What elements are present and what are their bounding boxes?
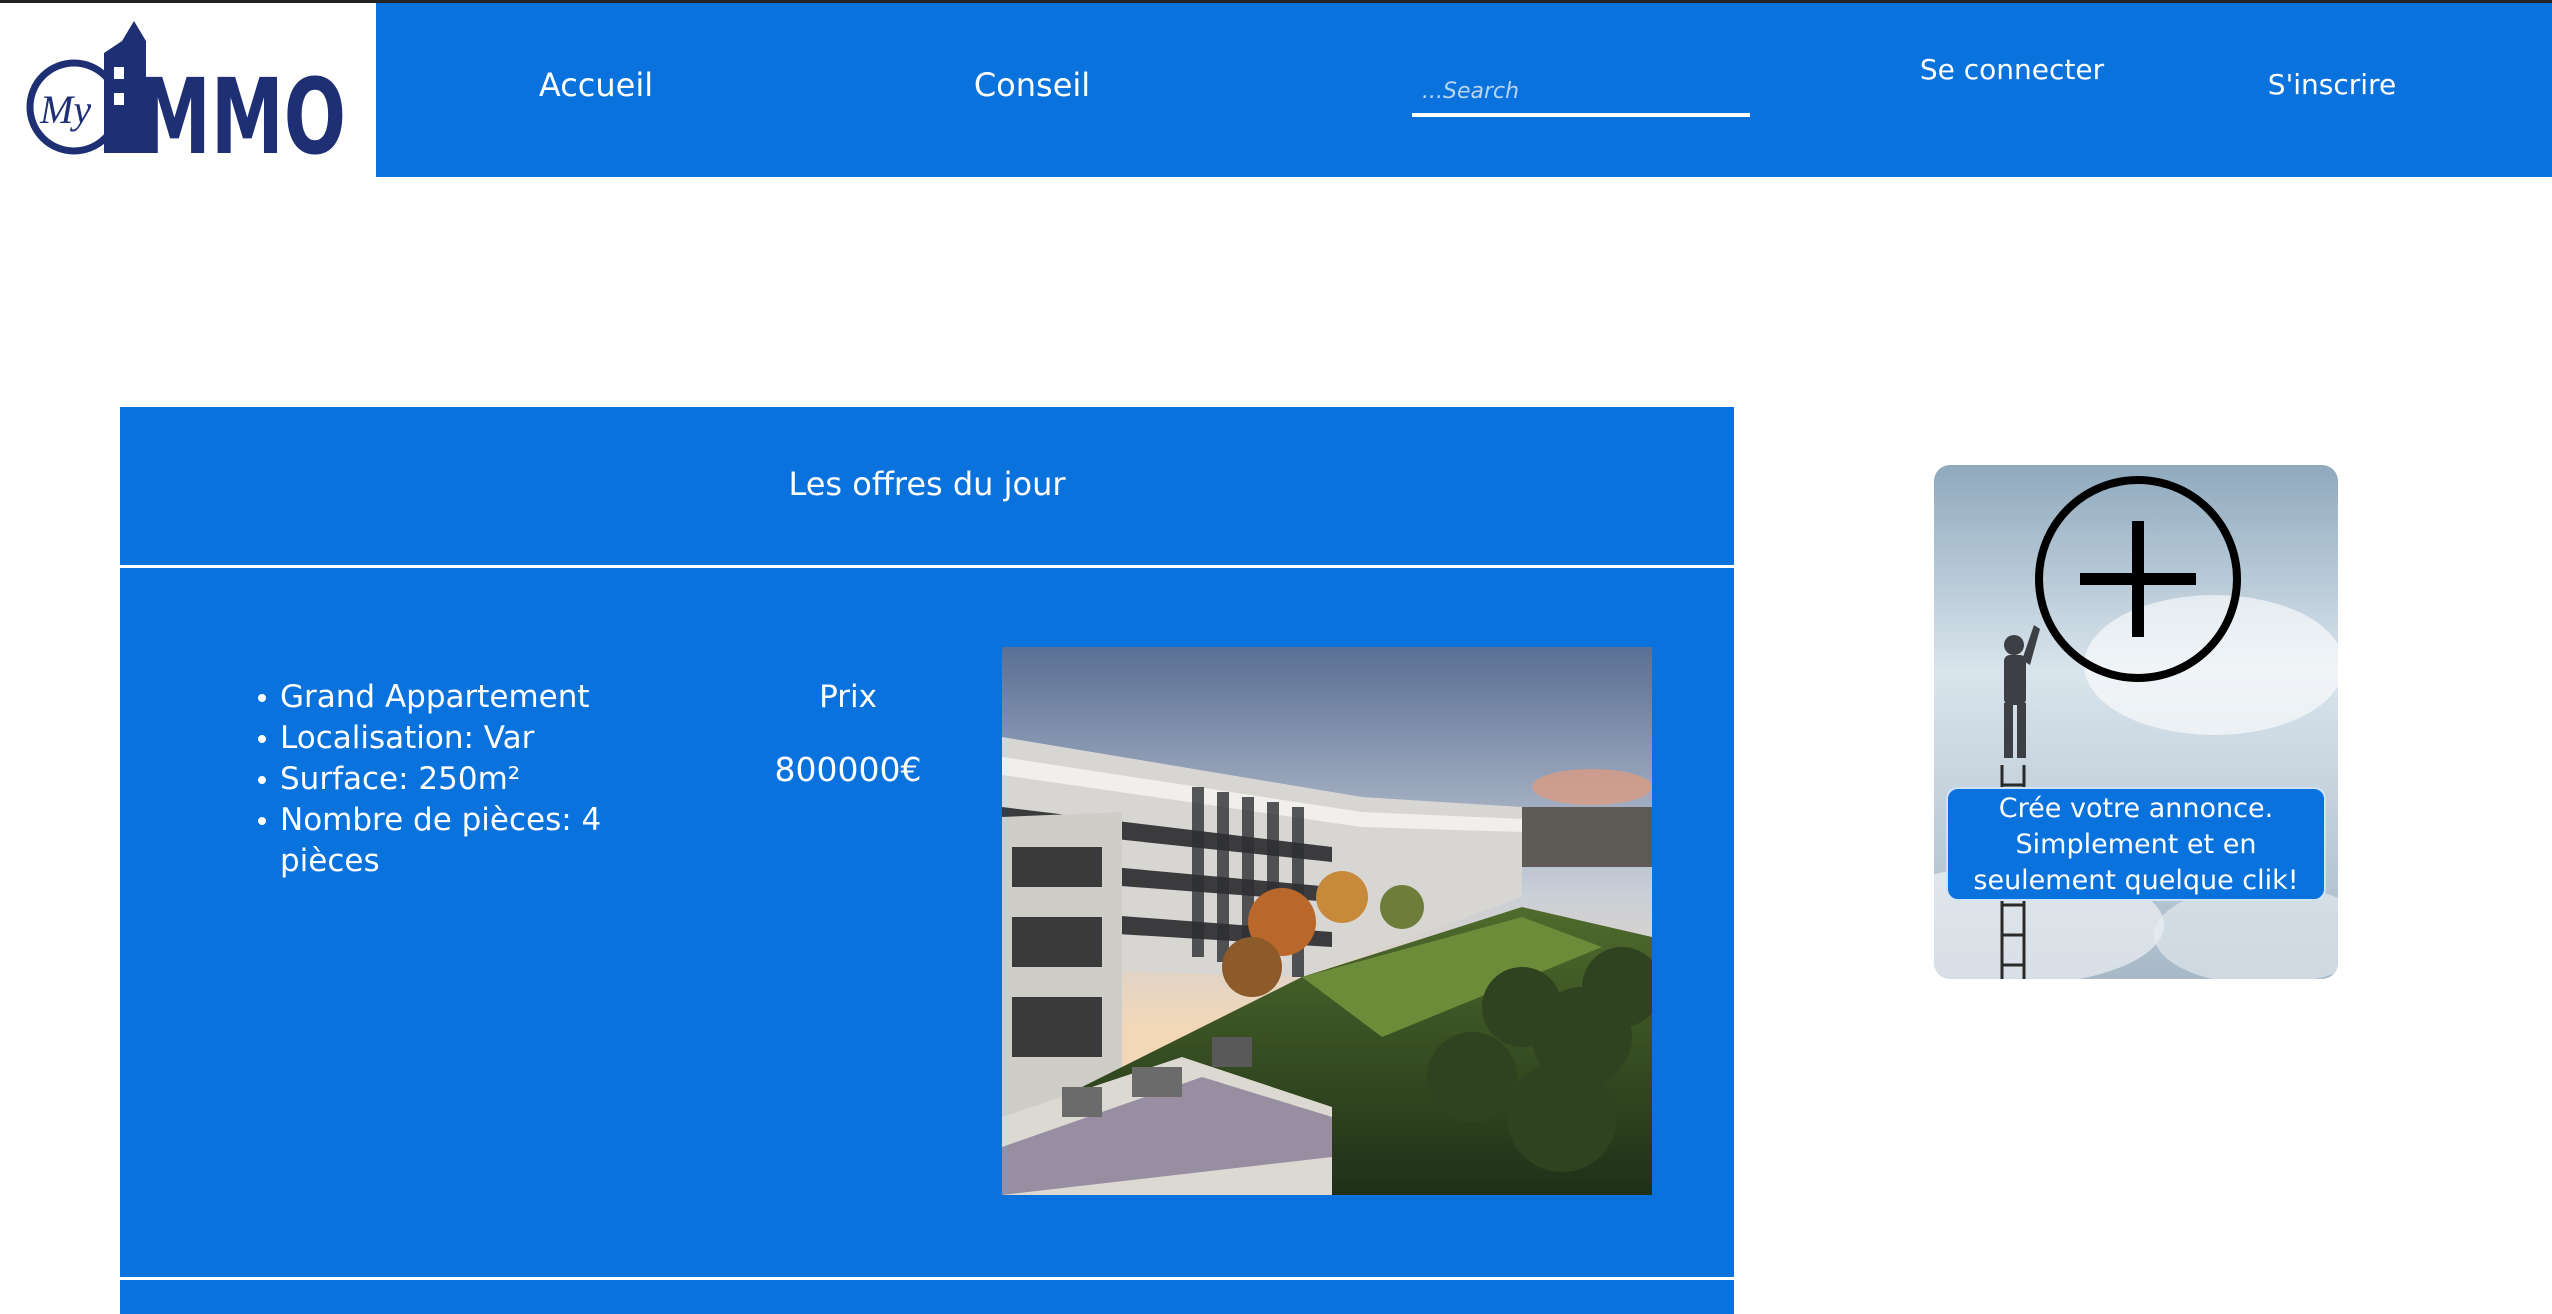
create-ad-card[interactable]: Crée votre annonce. Simplement et en seu… — [1934, 465, 2338, 979]
svg-text:My: My — [39, 87, 91, 132]
daily-offers-panel: Les offres du jour Grand Appartement Loc… — [120, 407, 1734, 1314]
myimmo-logo: My MMO — [26, 21, 346, 163]
nav-signup[interactable]: S'inscrire — [2242, 68, 2422, 101]
nav-advice[interactable]: Conseil — [922, 66, 1142, 104]
nav-login[interactable]: Se connecter — [1912, 51, 2112, 88]
feature-location: Localisation: Var — [258, 718, 700, 759]
listing-photo[interactable] — [1002, 647, 1652, 1195]
feature-rooms: Nombre de pièces: 4 pièces — [258, 800, 700, 882]
svg-text:MMO: MMO — [138, 56, 346, 163]
offers-divider-bottom — [120, 1277, 1734, 1280]
feature-surface: Surface: 250m² — [258, 759, 700, 800]
site-logo[interactable]: My MMO — [0, 3, 376, 177]
plus-circle-icon[interactable] — [2032, 473, 2244, 685]
feature-type: Grand Appartement — [258, 677, 700, 718]
price-value: 800000€ — [774, 750, 922, 789]
nav-home[interactable]: Accueil — [486, 66, 706, 104]
listing-features: Grand Appartement Localisation: Var Surf… — [258, 677, 700, 882]
search-input[interactable] — [1412, 69, 1750, 117]
create-ad-message: Crée votre annonce. Simplement et en seu… — [1946, 787, 2326, 901]
site-header: My MMO Accueil Conseil Se connecter S'in… — [0, 3, 2552, 177]
offers-title: Les offres du jour — [788, 465, 1066, 503]
offers-divider-top — [120, 565, 1734, 568]
apartment-building-image — [1002, 647, 1652, 1195]
price-label: Prix — [819, 679, 877, 715]
